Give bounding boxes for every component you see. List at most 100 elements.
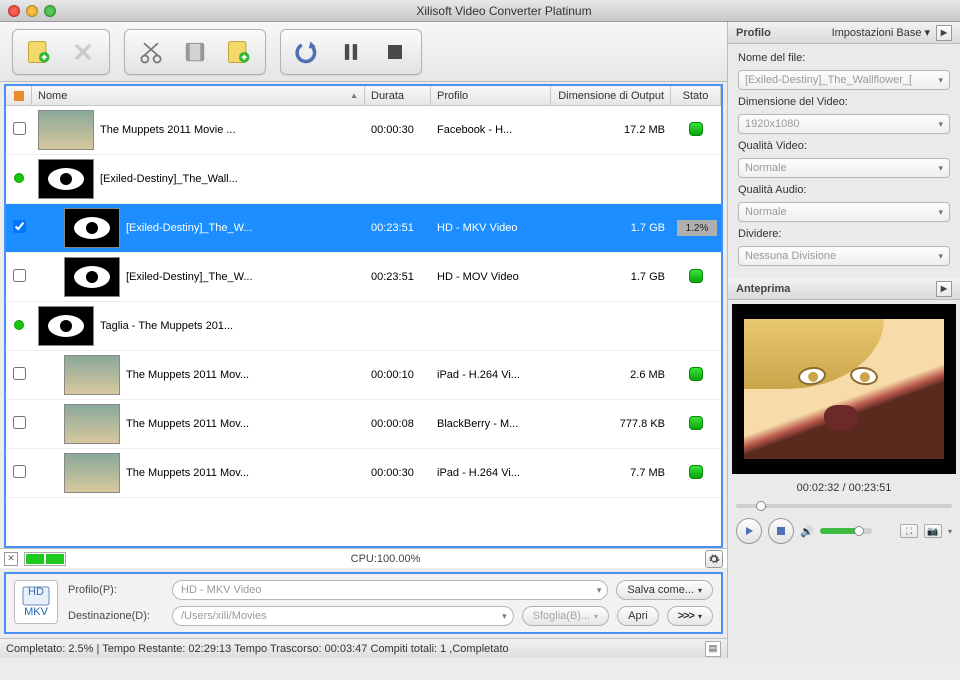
row-duration: 00:00:08 <box>365 418 431 430</box>
row-checkbox-cell[interactable] <box>6 220 32 236</box>
expand-collapse-icon[interactable] <box>14 320 24 330</box>
row-profile: Facebook - H... <box>431 124 551 136</box>
expand-collapse-icon[interactable] <box>14 173 24 183</box>
open-button[interactable]: Apri <box>617 606 659 626</box>
table-row[interactable]: The Muppets 2011 Mov...00:00:10iPad - H.… <box>6 351 721 400</box>
video-size-dropdown[interactable]: 1920x1080 <box>738 114 950 134</box>
zoom-window-button[interactable] <box>44 5 56 17</box>
minimize-window-button[interactable] <box>26 5 38 17</box>
row-name: The Muppets 2011 Mov... <box>120 418 365 430</box>
video-quality-dropdown[interactable]: Normale <box>738 158 950 178</box>
table-row[interactable]: The Muppets 2011 Mov...00:00:30iPad - H.… <box>6 449 721 498</box>
profile-dropdown[interactable]: HD - MKV Video <box>172 580 608 600</box>
thumbnail <box>64 404 120 444</box>
status-ready-icon <box>689 416 703 430</box>
row-duration: 00:00:10 <box>365 369 431 381</box>
fullscreen-button[interactable]: ⛶ <box>900 524 918 538</box>
row-duration: 00:00:30 <box>365 124 431 136</box>
row-checkbox[interactable] <box>13 465 26 478</box>
pause-button[interactable] <box>331 34 371 70</box>
convert-button[interactable] <box>287 34 327 70</box>
audio-quality-dropdown[interactable]: Normale <box>738 202 950 222</box>
row-checkbox-cell[interactable] <box>6 173 32 186</box>
file-name-label: Nome del file: <box>738 52 950 64</box>
add-file-button[interactable] <box>19 34 59 70</box>
table-row[interactable]: [Exiled-Destiny]_The_W...00:23:51HD - MK… <box>6 204 721 253</box>
close-window-button[interactable] <box>8 5 20 17</box>
row-status <box>671 465 721 482</box>
window-controls <box>8 5 56 17</box>
preview-seek-slider[interactable] <box>736 500 952 512</box>
row-checkbox[interactable] <box>13 220 26 233</box>
column-name[interactable]: Nome▲ <box>32 86 365 105</box>
thumbnail <box>64 257 120 297</box>
main-toolbar <box>0 22 727 82</box>
column-checkbox[interactable] <box>6 86 32 105</box>
table-row[interactable]: [Exiled-Destiny]_The_Wall... <box>6 155 721 204</box>
browse-button[interactable]: Sfoglia(B)... ▾ <box>522 606 609 626</box>
task-list-button[interactable]: ▤ <box>705 641 721 657</box>
column-output-size[interactable]: Dimensione di Output <box>551 86 671 105</box>
cpu-percent-label: CPU:100.00% <box>72 553 699 565</box>
status-ready-icon <box>689 122 703 136</box>
preview-video-area[interactable] <box>732 304 956 474</box>
snapshot-menu-icon[interactable]: ▾ <box>948 527 952 536</box>
output-settings-panel: HD MKV Profilo(P): HD - MKV Video Salva … <box>4 572 723 634</box>
row-status <box>671 122 721 139</box>
row-checkbox[interactable] <box>13 367 26 380</box>
row-name: Taglia - The Muppets 201... <box>94 320 365 332</box>
preview-panel-toggle-button[interactable]: ▶ <box>936 281 952 297</box>
stop-button[interactable] <box>375 34 415 70</box>
preview-play-button[interactable] <box>736 518 762 544</box>
file-name-field[interactable]: [Exiled-Destiny]_The_Wallflower_[ <box>738 70 950 90</box>
destination-dropdown[interactable]: /Users/xili/Movies <box>172 606 514 626</box>
close-cpu-icon[interactable]: ✕ <box>4 552 18 566</box>
base-settings-dropdown[interactable]: Impostazioni Base ▾ <box>832 26 930 39</box>
effects-button[interactable] <box>175 34 215 70</box>
send-to-button[interactable]: >>> ▾ <box>667 606 713 626</box>
row-checkbox[interactable] <box>13 122 26 135</box>
save-as-button[interactable]: Salva come... ▾ <box>616 580 713 600</box>
row-output-size: 1.7 GB <box>551 271 671 283</box>
thumbnail <box>38 159 94 199</box>
thumbnail <box>64 208 120 248</box>
split-dropdown[interactable]: Nessuna Divisione <box>738 246 950 266</box>
row-checkbox-cell[interactable] <box>6 416 32 432</box>
row-checkbox-cell[interactable] <box>6 465 32 481</box>
table-row[interactable]: [Exiled-Destiny]_The_W...00:23:51HD - MO… <box>6 253 721 302</box>
table-row[interactable]: Taglia - The Muppets 201... <box>6 302 721 351</box>
row-status: 1.2% <box>671 220 721 236</box>
table-row[interactable]: The Muppets 2011 Movie ...00:00:30Facebo… <box>6 106 721 155</box>
column-duration[interactable]: Durata <box>365 86 431 105</box>
column-status[interactable]: Stato <box>671 86 721 105</box>
remove-file-button[interactable] <box>63 34 103 70</box>
volume-slider[interactable] <box>820 528 872 534</box>
table-row[interactable]: The Muppets 2011 Mov...00:00:08BlackBerr… <box>6 400 721 449</box>
row-checkbox[interactable] <box>13 269 26 282</box>
add-clip-button[interactable] <box>219 34 259 70</box>
row-profile: BlackBerry - M... <box>431 418 551 430</box>
thumbnail <box>64 453 120 493</box>
row-profile: HD - MKV Video <box>431 222 551 234</box>
row-checkbox[interactable] <box>13 416 26 429</box>
row-checkbox-cell[interactable] <box>6 269 32 285</box>
row-checkbox-cell[interactable] <box>6 320 32 333</box>
row-output-size: 2.6 MB <box>551 369 671 381</box>
cut-button[interactable] <box>131 34 171 70</box>
cpu-usage-bar: ✕ CPU:100.00% <box>0 548 727 568</box>
status-bar: Completato: 2.5% | Tempo Restante: 02:29… <box>0 638 727 658</box>
row-checkbox-cell[interactable] <box>6 367 32 383</box>
volume-icon[interactable]: 🔊 <box>800 525 814 538</box>
preview-stop-button[interactable] <box>768 518 794 544</box>
snapshot-button[interactable]: 📷 <box>924 524 942 538</box>
status-ready-icon <box>689 269 703 283</box>
profile-label: Profilo(P): <box>68 584 164 596</box>
row-checkbox-cell[interactable] <box>6 122 32 138</box>
thumbnail <box>64 355 120 395</box>
profile-panel-toggle-button[interactable]: ▶ <box>936 25 952 41</box>
column-profile[interactable]: Profilo <box>431 86 551 105</box>
cpu-settings-button[interactable] <box>705 550 723 568</box>
status-ready-icon <box>689 367 703 381</box>
row-duration: 00:00:30 <box>365 467 431 479</box>
row-name: [Exiled-Destiny]_The_Wall... <box>94 173 365 185</box>
